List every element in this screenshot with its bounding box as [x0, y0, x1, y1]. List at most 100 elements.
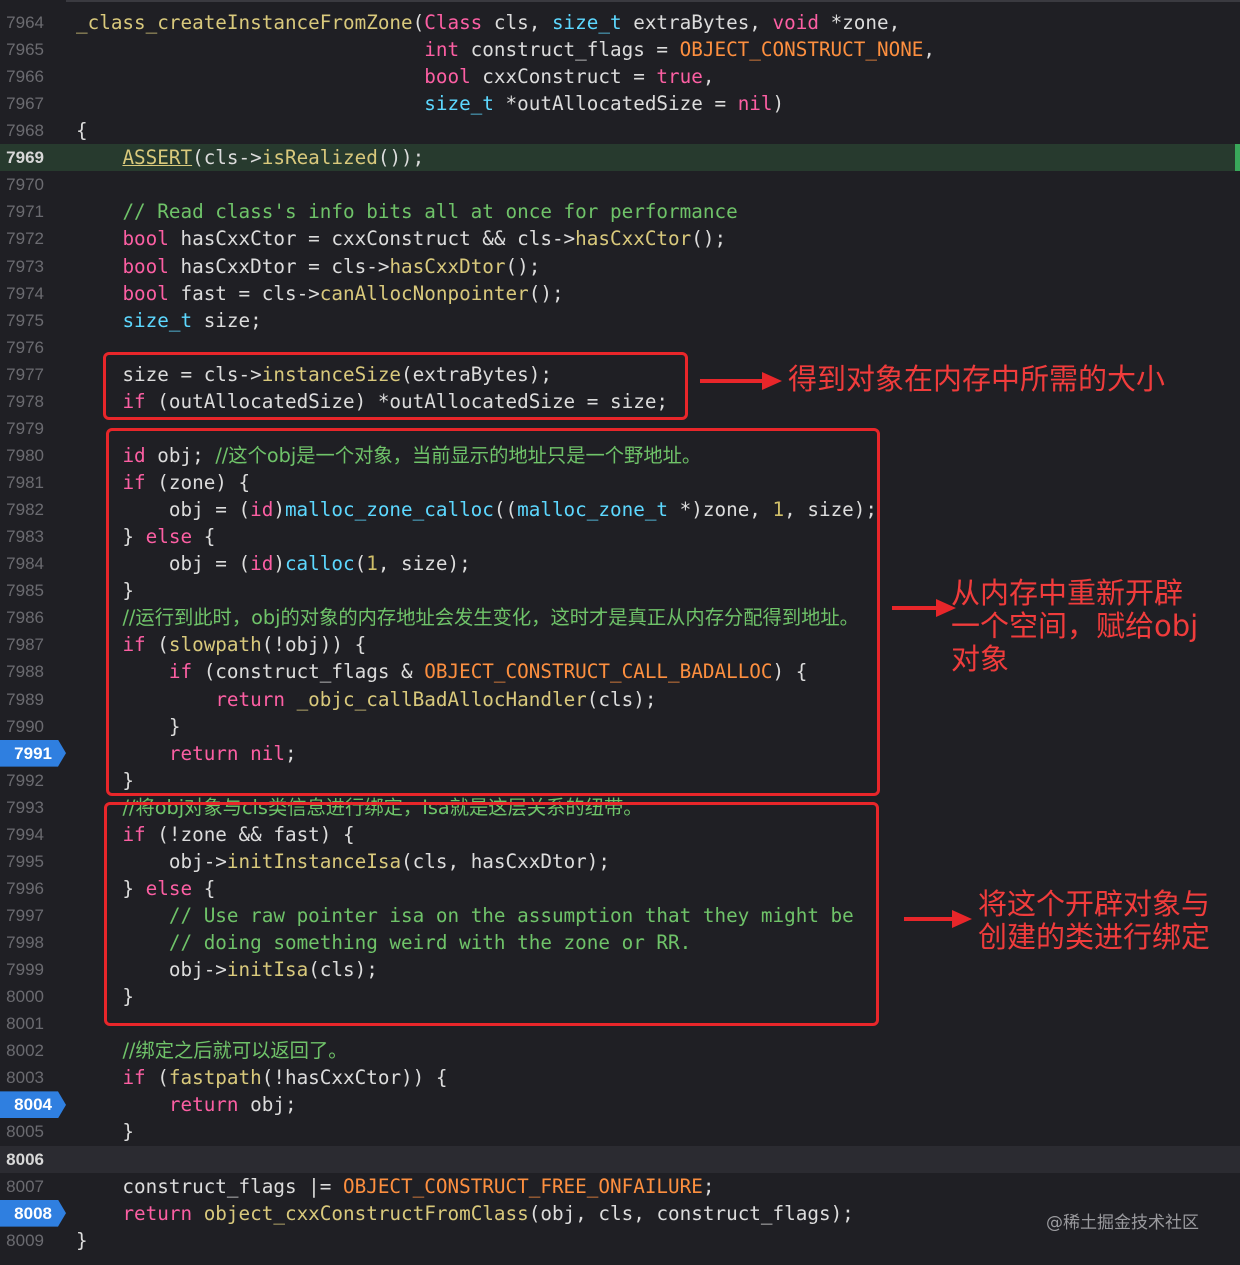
line-number[interactable]: 7989	[0, 686, 56, 713]
code-line[interactable]: 7964 _class_createInstanceFromZone(Class …	[0, 9, 1240, 36]
code-token: bool	[122, 281, 169, 305]
line-number[interactable]: 7975	[0, 307, 56, 334]
code-token: void	[772, 11, 819, 34]
annotation-arrow-1	[700, 372, 782, 390]
line-number[interactable]: 7987	[0, 631, 56, 658]
code-text[interactable]: construct_flags |= OBJECT_CONSTRUCT_FREE…	[76, 1173, 714, 1200]
line-number[interactable]: 8009	[0, 1227, 56, 1254]
line-number[interactable]: 7986	[0, 604, 56, 631]
code-line[interactable]: 7971 // Read class's info bits all at on…	[0, 198, 1240, 225]
code-token: ();	[505, 254, 541, 278]
breakpoint-marker[interactable]: 7991	[0, 739, 66, 767]
code-text[interactable]: return obj;	[76, 1091, 297, 1118]
code-text[interactable]: {	[76, 117, 88, 144]
code-line[interactable]: 7966 bool cxxConstruct = true,	[0, 63, 1240, 90]
code-line[interactable]: 7974 bool fast = cls->canAllocNonpointer…	[0, 280, 1240, 307]
code-line[interactable]: 7968 {	[0, 117, 1240, 144]
code-text[interactable]: }	[76, 1227, 88, 1254]
line-number[interactable]: 7993	[0, 794, 56, 821]
watermark: @稀土掘金技术社区	[1046, 1213, 1199, 1233]
line-number[interactable]: 7969	[0, 144, 56, 171]
code-token: extraBytes,	[621, 11, 773, 34]
code-text[interactable]: bool cxxConstruct = true,	[76, 63, 714, 90]
line-number[interactable]: 7979	[0, 415, 56, 442]
line-number[interactable]: 8007	[0, 1173, 56, 1200]
code-text[interactable]: size_t *outAllocatedSize = nil)	[76, 90, 784, 117]
code-token: canAllocNonpointer	[319, 281, 529, 305]
line-number[interactable]: 7981	[0, 469, 56, 496]
line-number[interactable]: 7976	[0, 334, 56, 361]
breakpoint-marker[interactable]: 8008	[0, 1199, 66, 1227]
code-text[interactable]: //绑定之后就可以返回了。	[76, 1037, 347, 1064]
line-number[interactable]: 7990	[0, 713, 56, 740]
line-number[interactable]: 7992	[0, 767, 56, 794]
code-line[interactable]: 8007 construct_flags |= OBJECT_CONSTRUCT…	[0, 1173, 1240, 1200]
top-divider	[0, 0, 1240, 2]
code-line[interactable]: 8006	[0, 1145, 1240, 1173]
code-token: if	[122, 1066, 146, 1090]
code-token: hasCxxCtor	[575, 227, 692, 251]
code-line[interactable]: 7972 bool hasCxxCtor = cxxConstruct && c…	[0, 225, 1240, 252]
code-token: return	[122, 1201, 193, 1225]
line-number[interactable]: 7994	[0, 821, 56, 848]
line-number[interactable]: 7974	[0, 280, 56, 307]
code-text[interactable]: bool hasCxxDtor = cls->hasCxxDtor();	[76, 253, 540, 280]
code-line[interactable]: 7969 ASSERT(cls->isRealized());	[0, 144, 1240, 172]
line-number[interactable]: 7968	[0, 117, 56, 144]
line-number[interactable]: 7971	[0, 198, 56, 225]
code-text[interactable]: int construct_flags = OBJECT_CONSTRUCT_N…	[76, 36, 935, 63]
line-number[interactable]: 7985	[0, 577, 56, 604]
line-number[interactable]: 8000	[0, 983, 56, 1010]
code-text[interactable]: // Read class's info bits all at once fo…	[76, 198, 737, 225]
code-token: isRealized	[261, 146, 378, 170]
code-text[interactable]: size_t size;	[76, 307, 261, 334]
code-line[interactable]: 7973 bool hasCxxDtor = cls->hasCxxDtor()…	[0, 253, 1240, 280]
line-number[interactable]: 8002	[0, 1037, 56, 1064]
line-number[interactable]: 7988	[0, 658, 56, 685]
code-token: bool	[424, 65, 471, 89]
line-number[interactable]: 7980	[0, 442, 56, 469]
code-text[interactable]: _class_createInstanceFromZone(Class cls,…	[76, 9, 900, 36]
line-number[interactable]: 7966	[0, 63, 56, 90]
code-token: true	[656, 65, 703, 89]
line-number[interactable]: 7984	[0, 550, 56, 577]
line-number[interactable]: 7967	[0, 90, 56, 117]
code-line[interactable]: 7975 size_t size;	[0, 307, 1240, 334]
code-token: cls,	[482, 11, 552, 34]
code-line[interactable]: 8003 if (fastpath(!hasCxxCtor)) {	[0, 1064, 1240, 1091]
code-text[interactable]: }	[76, 1118, 134, 1145]
code-token: cxxConstruct =	[470, 65, 657, 89]
line-number[interactable]: 8006	[0, 1146, 56, 1173]
line-number[interactable]: 7999	[0, 956, 56, 983]
line-number[interactable]: 8005	[0, 1118, 56, 1145]
code-text[interactable]: if (fastpath(!hasCxxCtor)) {	[76, 1064, 447, 1091]
code-line[interactable]: 8004 return obj;	[0, 1091, 1240, 1119]
line-number[interactable]: 7997	[0, 902, 56, 929]
code-line[interactable]: 7967 size_t *outAllocatedSize = nil)	[0, 90, 1240, 117]
line-number[interactable]: 8003	[0, 1064, 56, 1091]
line-number[interactable]: 7972	[0, 225, 56, 252]
line-number[interactable]: 7964	[0, 9, 56, 36]
code-text[interactable]: bool fast = cls->canAllocNonpointer();	[76, 280, 563, 307]
line-number[interactable]: 7982	[0, 496, 56, 523]
line-number[interactable]: 7965	[0, 36, 56, 63]
code-line[interactable]: 7970	[0, 171, 1240, 198]
code-line[interactable]: 8002 //绑定之后就可以返回了。	[0, 1037, 1240, 1064]
code-token: {	[76, 119, 88, 143]
line-number[interactable]: 8001	[0, 1010, 56, 1037]
line-number[interactable]: 7998	[0, 929, 56, 956]
code-line[interactable]: 8005 }	[0, 1118, 1240, 1145]
line-number[interactable]: 7995	[0, 848, 56, 875]
line-number[interactable]: 7973	[0, 253, 56, 280]
code-text[interactable]: ASSERT(cls->isRealized());	[76, 144, 424, 171]
line-number[interactable]: 7983	[0, 523, 56, 550]
line-number[interactable]: 7978	[0, 388, 56, 415]
code-text[interactable]: return object_cxxConstructFromClass(obj,…	[76, 1200, 853, 1227]
breakpoint-marker[interactable]: 8004	[0, 1091, 66, 1119]
code-line[interactable]: 7965 int construct_flags = OBJECT_CONSTR…	[0, 36, 1240, 63]
line-number[interactable]: 7970	[0, 171, 56, 198]
line-number[interactable]: 7977	[0, 361, 56, 388]
code-text[interactable]: bool hasCxxCtor = cxxConstruct && cls->h…	[76, 225, 726, 252]
line-number[interactable]: 7996	[0, 875, 56, 902]
